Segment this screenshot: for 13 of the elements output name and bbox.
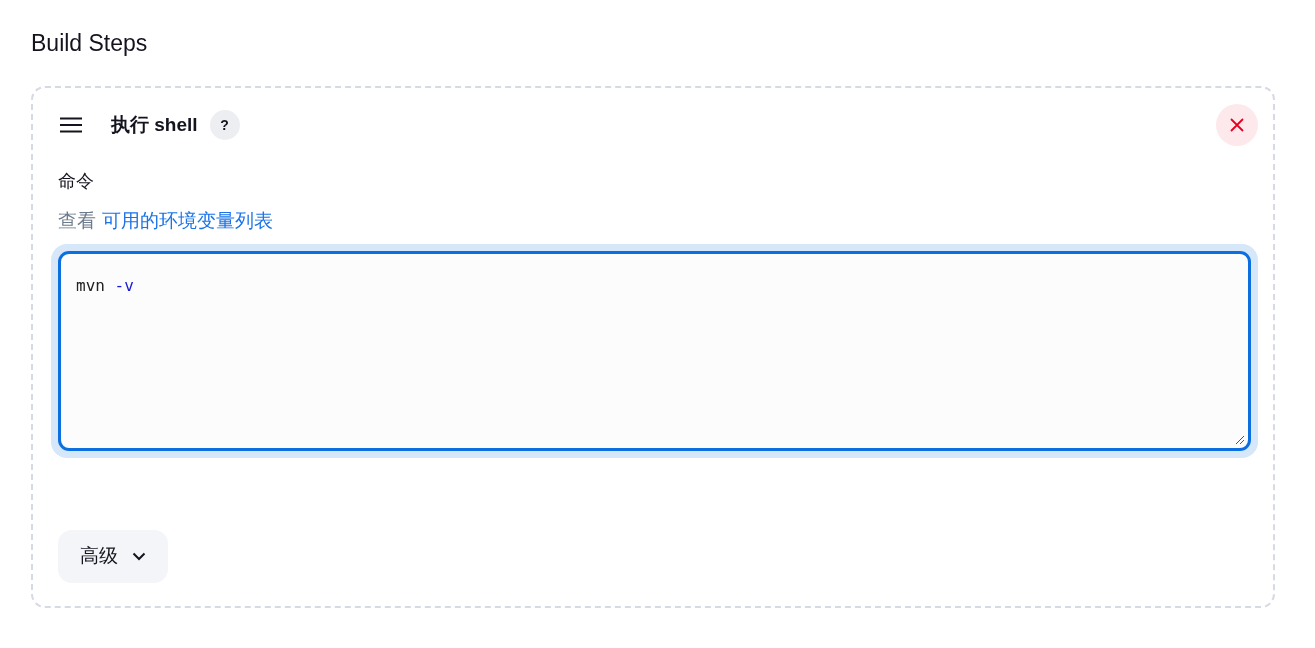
resize-grip-icon[interactable] bbox=[1235, 435, 1245, 445]
command-textarea[interactable]: mvn -v bbox=[51, 244, 1258, 458]
chevron-down-icon bbox=[132, 552, 146, 561]
hint-text: 查看 bbox=[58, 209, 96, 233]
close-button[interactable] bbox=[1216, 104, 1258, 146]
env-variables-link[interactable]: 可用的环境变量列表 bbox=[102, 208, 273, 234]
section-title: Build Steps bbox=[31, 29, 148, 58]
close-icon bbox=[1230, 118, 1244, 132]
field-label: 命令 bbox=[58, 170, 94, 193]
step-title: 执行 shell bbox=[111, 112, 198, 137]
drag-handle-icon[interactable] bbox=[59, 116, 83, 134]
help-button[interactable]: ? bbox=[209, 110, 240, 140]
advanced-button[interactable]: 高级 bbox=[58, 530, 168, 583]
